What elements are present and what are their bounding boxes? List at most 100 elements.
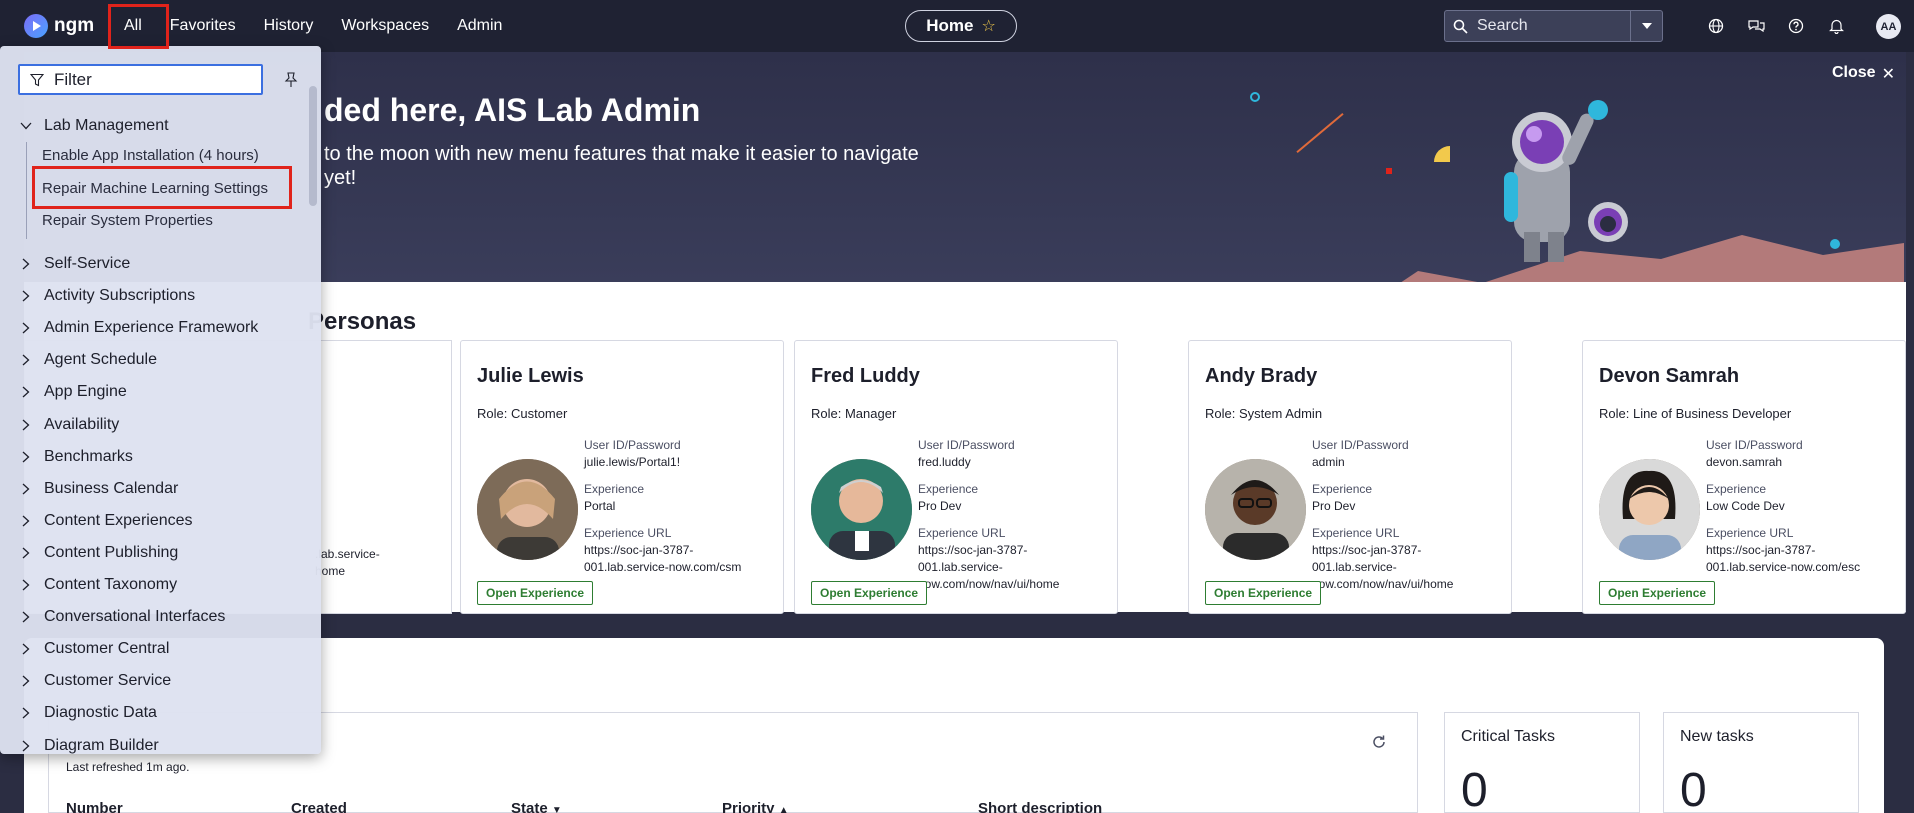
menu-group-label: Content Publishing <box>44 543 179 561</box>
menu-group-label: Content Experiences <box>44 511 193 529</box>
globe-icon[interactable] <box>1706 16 1726 36</box>
kpi-title: Critical Tasks <box>1461 728 1555 745</box>
menu-group-item[interactable]: Self-Service <box>18 253 130 275</box>
column-header-created[interactable]: Created <box>291 800 347 813</box>
menu-group-item[interactable]: Content Experiences <box>18 510 193 532</box>
persona-name: Andy Brady <box>1205 365 1318 387</box>
menu-group-label: Admin Experience Framework <box>44 319 259 337</box>
menu-item-repair-machine-learning-settings[interactable]: Repair Machine Learning Settings <box>42 180 268 197</box>
bell-icon[interactable] <box>1826 16 1846 36</box>
cred-label: User ID/Password <box>1312 438 1409 452</box>
chat-icon[interactable] <box>1746 16 1766 36</box>
open-experience-button[interactable]: Open Experience <box>1205 581 1322 605</box>
menu-group-item[interactable]: Activity Subscriptions <box>18 285 195 307</box>
nav-workspaces[interactable]: Workspaces <box>327 0 443 52</box>
search-scope-dropdown[interactable] <box>1630 11 1662 41</box>
menu-group-item[interactable]: Diagnostic Data <box>18 702 157 724</box>
menu-group-item[interactable]: App Engine <box>18 381 127 403</box>
cred-value: devon.samrah <box>1706 455 1783 469</box>
brand-name: ngm <box>54 15 95 36</box>
url-label: Experience URL <box>584 526 672 540</box>
priority-label: Priority <box>722 800 775 813</box>
nav-history[interactable]: History <box>250 0 328 52</box>
url-line2: 001.lab.service-now.com/csm <box>584 560 742 574</box>
kpi-card-new-tasks[interactable]: New tasks 0 <box>1663 712 1859 813</box>
menu-group-item[interactable]: Conversational Interfaces <box>18 606 225 628</box>
menu-group-item[interactable]: Business Calendar <box>18 478 178 500</box>
menu-group-item[interactable]: Customer Central <box>18 638 169 660</box>
filter-icon <box>20 73 54 87</box>
menu-group-item[interactable]: Agent Schedule <box>18 349 157 371</box>
nav-admin[interactable]: Admin <box>443 0 516 52</box>
pin-icon[interactable] <box>284 72 298 88</box>
open-experience-button[interactable]: Open Experience <box>811 581 928 605</box>
menu-group-item[interactable]: Benchmarks <box>18 446 133 468</box>
help-icon[interactable] <box>1786 16 1806 36</box>
global-search[interactable]: Search <box>1444 10 1663 42</box>
decor-dot <box>1830 239 1840 249</box>
menu-group-label: Diagram Builder <box>44 736 159 754</box>
exp-value: Pro Dev <box>918 499 962 513</box>
menu-group-item[interactable]: Diagram Builder <box>18 735 159 755</box>
banner-text-line2: yet! <box>324 167 357 189</box>
close-icon: ✕ <box>1881 66 1895 83</box>
search-input[interactable]: Search <box>1475 17 1630 35</box>
nav-favorites[interactable]: Favorites <box>156 0 250 52</box>
chevron-right-icon <box>18 513 34 529</box>
menu-group-lab-management[interactable]: Lab Management <box>18 115 169 137</box>
refresh-icon[interactable] <box>1371 734 1387 750</box>
menu-scrollbar[interactable] <box>309 86 317 206</box>
url-line2: 001.lab.service-now.com/esc <box>1706 560 1861 574</box>
menu-group-item[interactable]: Content Taxonomy <box>18 574 177 596</box>
star-icon[interactable]: ☆ <box>981 16 995 36</box>
cred-label: User ID/Password <box>918 438 1015 452</box>
menu-item-repair-system-properties[interactable]: Repair System Properties <box>42 212 213 229</box>
chevron-right-icon <box>18 288 34 304</box>
decor-square <box>1386 168 1392 174</box>
persona-card: Andy Brady Role: System Admin User ID/Pa… <box>1188 340 1512 614</box>
cred-value: fred.luddy <box>918 455 971 469</box>
kpi-card-critical-tasks[interactable]: Critical Tasks 0 <box>1444 712 1640 813</box>
brand-logo[interactable]: ngm <box>24 14 94 38</box>
chevron-right-icon <box>18 417 34 433</box>
persona-details: User ID/Password fred.luddy Experience P… <box>918 437 1108 593</box>
column-header-number[interactable]: Number <box>66 800 123 813</box>
kpi-value: 0 <box>1461 764 1488 813</box>
persona-card: Fred Luddy Role: Manager User ID/Passwor… <box>794 340 1118 614</box>
column-header-short-description[interactable]: Short description <box>978 800 1102 813</box>
url-line1: https://soc-jan-3787-001.lab.service- <box>918 543 1028 574</box>
menu-item-enable-app-installation[interactable]: Enable App Installation (4 hours) <box>42 147 259 164</box>
menu-group-item[interactable]: Customer Service <box>18 670 171 692</box>
exp-value: Low Code Dev <box>1706 499 1785 513</box>
all-menu-panel: Filter Lab Management Enable App Install… <box>0 46 321 754</box>
exp-label: Experience <box>1706 482 1767 496</box>
submenu-guide-line <box>26 142 27 239</box>
home-label: Home <box>926 16 974 35</box>
menu-group-item[interactable]: Admin Experience Framework <box>18 317 258 339</box>
persona-card: Devon Samrah Role: Line of Business Deve… <box>1582 340 1906 614</box>
menu-group-item[interactable]: Content Publishing <box>18 542 178 564</box>
logo-icon <box>24 14 48 38</box>
chevron-down-icon <box>18 118 34 134</box>
banner-text-line1: to the moon with new menu features that … <box>324 143 919 165</box>
chevron-right-icon <box>18 320 34 336</box>
persona-role: Role: System Admin <box>1205 406 1323 421</box>
url-line2: now.com/now/nav/ui/home <box>918 577 1060 591</box>
chevron-right-icon <box>18 641 34 657</box>
home-pill[interactable]: Home ☆ <box>905 10 1017 42</box>
chevron-right-icon <box>18 481 34 497</box>
banner-close-button[interactable]: Close ✕ <box>1832 64 1895 84</box>
menu-group-label: Customer Service <box>44 672 172 690</box>
decor-streak <box>1296 112 1344 154</box>
cred-value: julie.lewis/Portal1! <box>584 455 681 469</box>
open-experience-button[interactable]: Open Experience <box>477 581 594 605</box>
column-header-priority[interactable]: Priority ▲ <box>722 800 789 813</box>
open-experience-button[interactable]: Open Experience <box>1599 581 1716 605</box>
menu-group-item[interactable]: Availability <box>18 414 119 436</box>
persona-photo <box>1599 459 1700 560</box>
menu-filter-input[interactable]: Filter <box>18 64 263 95</box>
chevron-right-icon <box>18 705 34 721</box>
nav-all[interactable]: All <box>110 0 156 52</box>
user-avatar[interactable]: AA <box>1876 14 1901 39</box>
column-header-state[interactable]: State ▼ <box>511 800 562 813</box>
